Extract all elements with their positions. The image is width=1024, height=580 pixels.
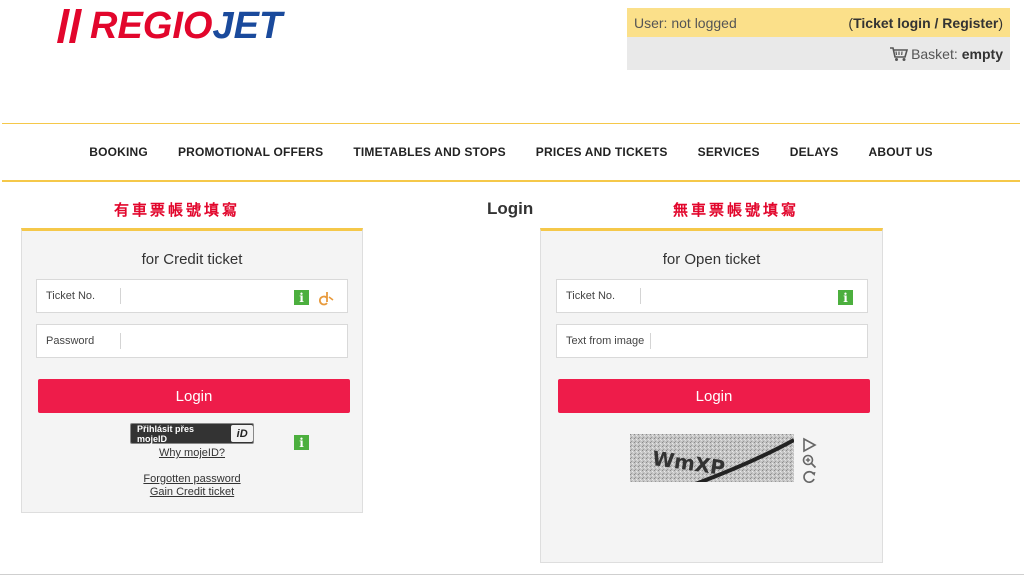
page-title: Login: [487, 199, 534, 218]
basket-bar[interactable]: Basket: empty: [627, 37, 1010, 70]
nav-promotional-offers[interactable]: PROMOTIONAL OFFERS: [163, 145, 338, 159]
open-login-button[interactable]: Login: [558, 379, 870, 413]
logo-bars-icon: [57, 9, 82, 43]
open-ticket-field[interactable]: Ticket No.: [556, 279, 868, 313]
password-input[interactable]: [121, 325, 347, 357]
auth-area: (Ticket login / Register): [848, 15, 1003, 31]
shopping-cart-icon: [890, 46, 909, 61]
password-label: Password: [37, 333, 121, 349]
gain-credit-ticket-link[interactable]: Gain Credit ticket: [22, 486, 362, 498]
regiojet-logo[interactable]: REGIOJET: [56, 4, 282, 48]
paren-close: ): [998, 14, 1003, 31]
open-ticket-label: Ticket No.: [557, 288, 641, 304]
mojeid-button-label: Přihlásit přes mojeID: [137, 423, 195, 444]
nav-delays[interactable]: DELAYS: [775, 145, 854, 159]
why-mojeid-link[interactable]: Why mojeID?: [22, 447, 362, 459]
mojeid-badge: iD: [231, 425, 253, 442]
footer-divider: [0, 574, 1024, 575]
captcha-label: Text from image: [557, 333, 651, 349]
nav-timetables-and-stops[interactable]: TIMETABLES AND STOPS: [338, 145, 520, 159]
credit-card-heading: for Credit ticket: [141, 251, 243, 268]
captcha-image: WmXP: [630, 434, 794, 482]
credit-ticket-card: for Credit ticket Ticket No. i Password …: [21, 228, 363, 513]
zoom-in-icon[interactable]: [801, 453, 817, 469]
audio-play-icon[interactable]: [801, 437, 817, 453]
user-status: User: not logged: [634, 14, 737, 31]
basket-value: empty: [961, 45, 1003, 62]
mojeid-logo-icon[interactable]: [318, 290, 334, 306]
basket-label: Basket:: [911, 45, 958, 62]
user-status-bar: User: not logged (Ticket login / Registe…: [627, 8, 1010, 37]
logo-regio: REGIO: [90, 5, 213, 47]
annotation-right: 無車票帳號填寫: [673, 201, 800, 219]
open-card-heading: for Open ticket: [662, 251, 761, 268]
credit-login-button[interactable]: Login: [38, 379, 350, 413]
open-ticket-card: for Open ticket Ticket No. i Text from i…: [540, 228, 883, 563]
page: REGIOJET User: not logged (Ticket login …: [0, 0, 1024, 580]
mojeid-login-button[interactable]: Přihlásit přes mojeID iD: [130, 423, 254, 444]
nav-booking[interactable]: BOOKING: [74, 145, 163, 159]
open-ticket-input[interactable]: [641, 280, 867, 312]
nav-prices-and-tickets[interactable]: PRICES AND TICKETS: [521, 145, 683, 159]
refresh-icon[interactable]: [801, 469, 817, 485]
credit-ticket-label: Ticket No.: [37, 288, 121, 304]
user-box: User: not logged (Ticket login / Registe…: [627, 8, 1010, 70]
open-info-icon[interactable]: i: [838, 290, 853, 305]
credit-ticket-input[interactable]: [121, 280, 347, 312]
captcha-field[interactable]: Text from image: [556, 324, 868, 358]
main-nav: BOOKING PROMOTIONAL OFFERS TIMETABLES AN…: [2, 123, 1020, 182]
password-field[interactable]: Password: [36, 324, 348, 358]
logo-jet: JET: [212, 5, 283, 47]
ticket-login-register-link[interactable]: Ticket login / Register: [853, 15, 998, 31]
info-icon[interactable]: i: [294, 290, 309, 305]
forgotten-password-link[interactable]: Forgotten password: [22, 473, 362, 485]
nav-services[interactable]: SERVICES: [683, 145, 775, 159]
nav-about-us[interactable]: ABOUT US: [854, 145, 948, 159]
annotation-left: 有車票帳號填寫: [114, 201, 241, 219]
captcha-input[interactable]: [651, 325, 867, 357]
